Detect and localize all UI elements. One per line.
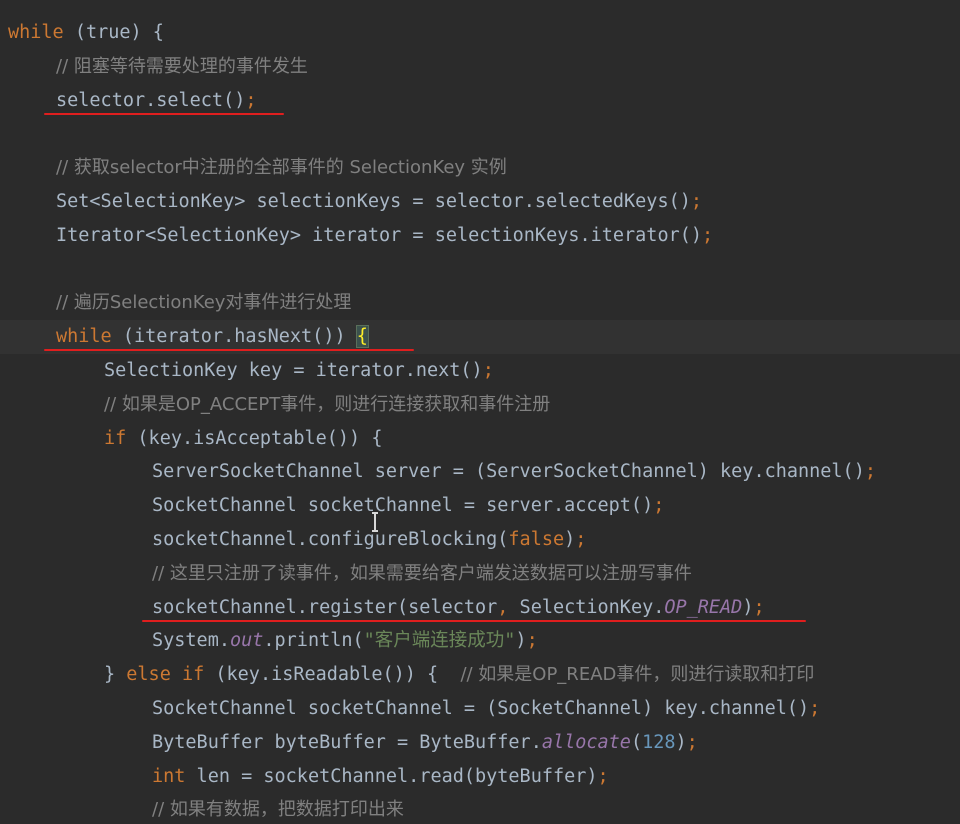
code-token: ; bbox=[686, 731, 698, 753]
code-line[interactable]: SocketChannel socketChannel = server.acc… bbox=[0, 489, 960, 523]
code-token: ; bbox=[575, 529, 587, 550]
code-token: ; bbox=[864, 461, 876, 483]
red-underline-annotation bbox=[44, 349, 414, 352]
code-line[interactable]: socketChannel.configureBlocking(false); bbox=[0, 523, 960, 557]
code-token: else if bbox=[126, 664, 205, 686]
code-token: (true) { bbox=[63, 22, 164, 43]
code-token: // 遍历SelectionKey对事件进行处理 bbox=[56, 292, 352, 314]
code-token: SelectionKey key = iterator.next() bbox=[104, 360, 483, 381]
code-line[interactable]: ServerSocketChannel server = (ServerSock… bbox=[0, 455, 960, 489]
code-token: ; bbox=[809, 698, 821, 719]
code-token: selector.select() bbox=[56, 89, 246, 111]
code-token: while bbox=[56, 326, 112, 348]
code-token: 128 bbox=[642, 731, 676, 753]
code-token: SocketChannel socketChannel = (SocketCha… bbox=[152, 698, 810, 719]
code-token: ; bbox=[526, 630, 538, 652]
code-token: SelectionKey. bbox=[508, 596, 665, 618]
code-token: allocate bbox=[541, 731, 631, 753]
code-token: ; bbox=[690, 191, 703, 212]
code-token: ByteBuffer byteBuffer = ByteBuffer. bbox=[152, 731, 542, 753]
code-token: // 如果是OP_READ事件，则进行读取和打印 bbox=[460, 664, 815, 686]
code-editor[interactable]: while (true) { // 阻塞等待需要处理的事件发生 selector.s… bbox=[0, 0, 960, 824]
code-line[interactable]: Iterator<SelectionKey> iterator = select… bbox=[0, 219, 960, 253]
code-token: { bbox=[355, 325, 369, 349]
code-token: (key.isAcceptable()) { bbox=[126, 427, 383, 449]
code-line[interactable]: SocketChannel socketChannel = (SocketCha… bbox=[0, 692, 960, 726]
code-token: ; bbox=[597, 765, 609, 787]
code-token: ) bbox=[564, 529, 576, 550]
red-underline-annotation bbox=[44, 112, 284, 115]
code-line[interactable]: // 这里只注册了读事件，如果需要给客户端发送数据可以注册写事件 bbox=[0, 557, 960, 591]
code-token: // 如果是OP_ACCEPT事件，则进行连接获取和事件注册 bbox=[104, 393, 551, 415]
code-token: ; bbox=[245, 89, 257, 111]
code-token: } bbox=[104, 664, 127, 686]
code-token: ) bbox=[515, 630, 527, 652]
code-token: socketChannel.configureBlocking( bbox=[152, 529, 509, 550]
code-token: if bbox=[104, 427, 127, 449]
code-line[interactable]: while (true) { bbox=[0, 16, 960, 50]
red-underline-annotation bbox=[142, 619, 806, 622]
code-token: int bbox=[152, 765, 186, 787]
code-token: System. bbox=[152, 630, 230, 652]
code-token: ServerSocketChannel server = (ServerSock… bbox=[152, 461, 865, 483]
code-token: // 这里只注册了读事件，如果需要给客户端发送数据可以注册写事件 bbox=[152, 562, 692, 584]
code-line[interactable] bbox=[0, 117, 960, 151]
code-line[interactable]: int len = socketChannel.read(byteBuffer)… bbox=[0, 760, 960, 794]
code-token: // 如果有数据，把数据打印出来 bbox=[152, 799, 404, 821]
code-line[interactable]: System.out.println("客户端连接成功"); bbox=[0, 624, 960, 658]
code-line[interactable]: Set<SelectionKey> selectionKeys = select… bbox=[0, 185, 960, 219]
code-token: ( bbox=[630, 731, 643, 753]
code-line[interactable]: // 获取selector中注册的全部事件的 SelectionKey 实例 bbox=[0, 151, 960, 185]
code-line[interactable]: SelectionKey key = iterator.next(); bbox=[0, 354, 960, 388]
code-token: (iterator.hasNext()) bbox=[111, 326, 357, 348]
code-token: .println( bbox=[263, 630, 364, 652]
code-token: (key.isReadable()) { bbox=[204, 664, 461, 686]
code-token: socketChannel.register(selector bbox=[152, 596, 498, 618]
code-token: out bbox=[229, 630, 264, 652]
code-token: while bbox=[8, 22, 64, 43]
code-token: SocketChannel socketChannel = server.acc… bbox=[152, 495, 654, 517]
code-token: // 阻塞等待需要处理的事件发生 bbox=[56, 55, 308, 77]
code-token: ) bbox=[742, 596, 754, 618]
code-token: // 获取selector中注册的全部事件的 SelectionKey 实例 bbox=[56, 157, 507, 179]
code-line[interactable]: // 遍历SelectionKey对事件进行处理 bbox=[0, 286, 960, 320]
code-token: false bbox=[508, 529, 565, 550]
code-token: Iterator<SelectionKey> iterator = select… bbox=[56, 224, 703, 246]
code-line[interactable]: // 如果有数据，把数据打印出来 bbox=[0, 793, 960, 824]
code-line[interactable] bbox=[0, 253, 960, 287]
code-line[interactable]: ByteBuffer byteBuffer = ByteBuffer.alloc… bbox=[0, 726, 960, 760]
code-token: OP_READ bbox=[664, 596, 743, 618]
code-token: ; bbox=[702, 224, 714, 246]
code-line[interactable]: if (key.isAcceptable()) { bbox=[0, 422, 960, 456]
code-line[interactable]: // 如果是OP_ACCEPT事件，则进行连接获取和事件注册 bbox=[0, 388, 960, 422]
code-line[interactable]: } else if (key.isReadable()) { // 如果是OP_… bbox=[0, 658, 960, 692]
code-token: ) bbox=[675, 731, 687, 753]
code-token: , bbox=[497, 596, 509, 618]
code-line[interactable]: // 阻塞等待需要处理的事件发生 bbox=[0, 50, 960, 84]
code-token: len = socketChannel.read(byteBuffer) bbox=[185, 765, 598, 787]
code-token: "客户端连接成功" bbox=[363, 630, 516, 652]
code-token: ; bbox=[482, 360, 494, 381]
code-token: Set<SelectionKey> selectionKeys = select… bbox=[56, 191, 691, 212]
code-token: ; bbox=[653, 495, 665, 517]
code-token: ; bbox=[753, 596, 765, 618]
